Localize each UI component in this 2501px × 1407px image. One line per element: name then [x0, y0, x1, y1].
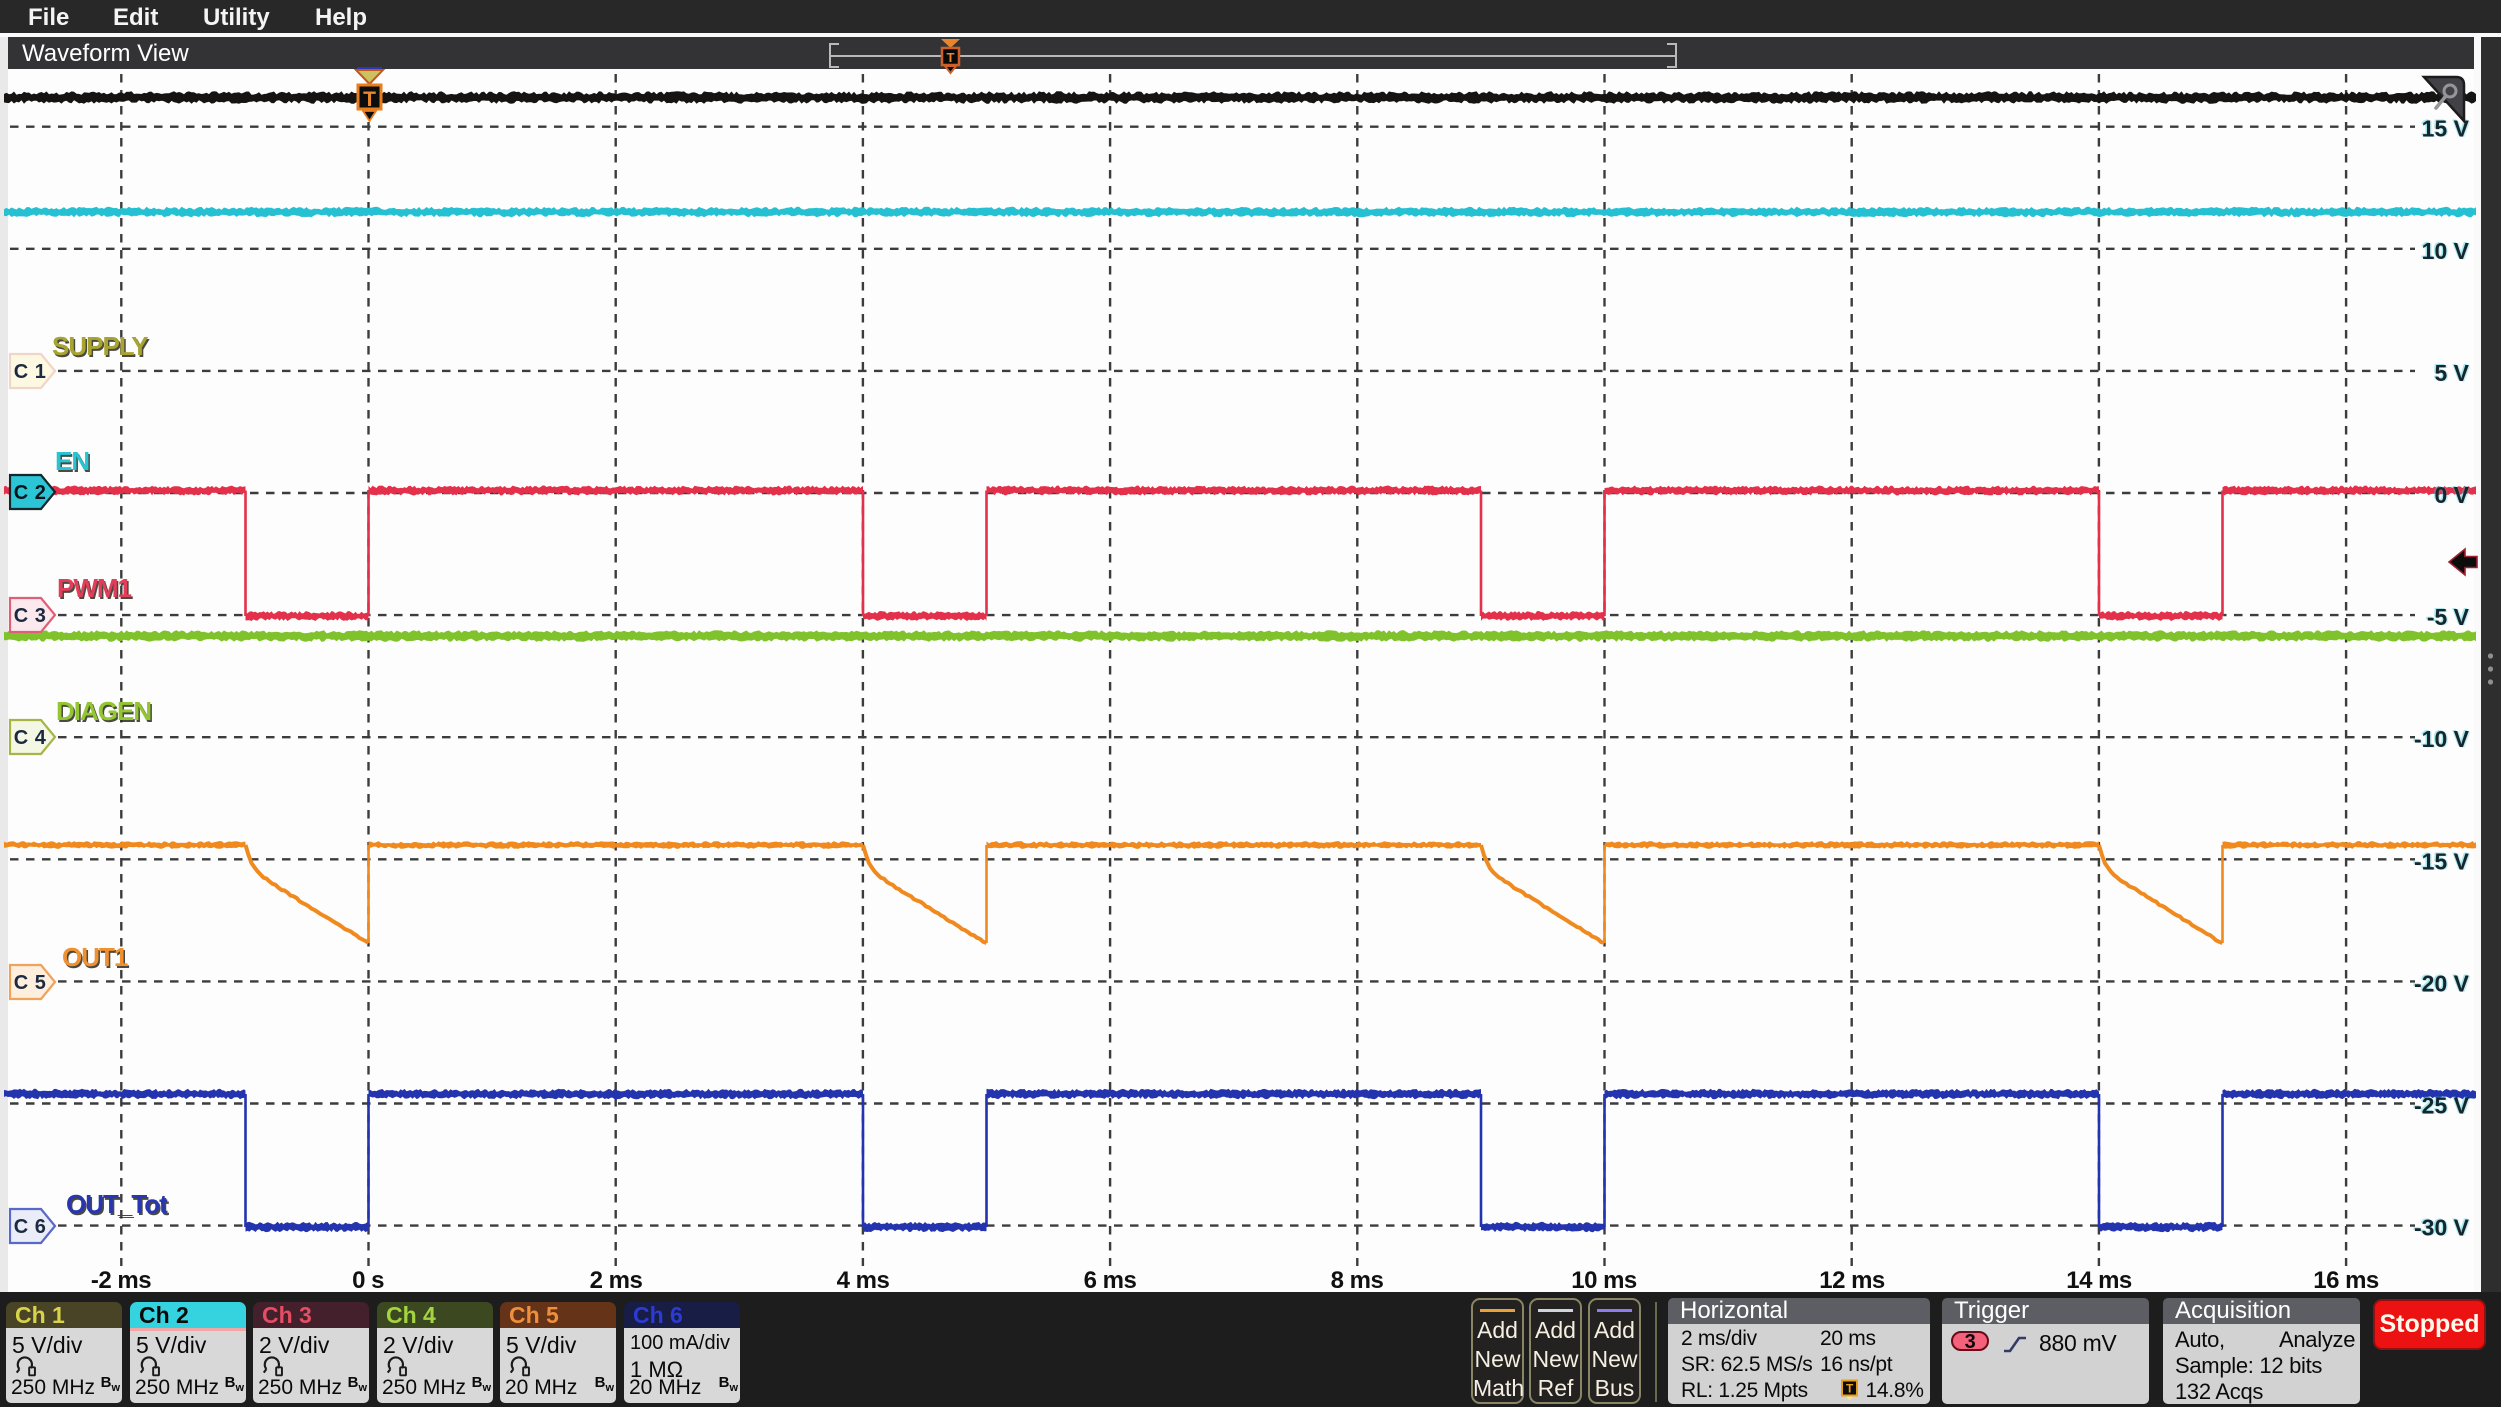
svg-text:-20 V: -20 V: [2414, 970, 2470, 996]
svg-text:OUT_Tot: OUT_Tot: [66, 1189, 168, 1219]
svg-text:-25 V: -25 V: [2414, 1093, 2470, 1119]
svg-text:16 ms: 16 ms: [2313, 1267, 2379, 1294]
svg-text:10 ms: 10 ms: [1571, 1267, 1637, 1294]
svg-text:8 ms: 8 ms: [1331, 1267, 1384, 1294]
svg-text:12 ms: 12 ms: [1819, 1267, 1885, 1294]
svg-text:C 3: C 3: [14, 605, 47, 627]
svg-text:4 ms: 4 ms: [837, 1267, 890, 1294]
svg-text:OUT1: OUT1: [62, 942, 128, 972]
svg-text:PWM1: PWM1: [57, 573, 132, 603]
svg-text:14 ms: 14 ms: [2066, 1267, 2132, 1294]
svg-text:0 s: 0 s: [352, 1267, 384, 1294]
svg-text:0 V: 0 V: [2434, 482, 2469, 508]
svg-text:-30 V: -30 V: [2414, 1215, 2470, 1241]
svg-text:SUPPLY: SUPPLY: [52, 331, 148, 361]
svg-text:2 ms: 2 ms: [590, 1267, 643, 1294]
svg-text:-2 ms: -2 ms: [91, 1267, 151, 1294]
svg-text:-10 V: -10 V: [2414, 726, 2470, 752]
svg-text:T: T: [947, 50, 955, 65]
svg-text:C 2: C 2: [14, 482, 47, 504]
svg-text:T: T: [363, 88, 376, 111]
svg-text:-5 V: -5 V: [2427, 604, 2470, 630]
svg-text:5 V: 5 V: [2434, 360, 2469, 386]
svg-text:EN: EN: [55, 446, 89, 476]
svg-text:C 1: C 1: [14, 361, 47, 383]
svg-text:10 V: 10 V: [2422, 238, 2470, 264]
svg-text:-15 V: -15 V: [2414, 848, 2470, 874]
svg-text:C 6: C 6: [14, 1216, 47, 1238]
svg-text:DIAGEN: DIAGEN: [56, 696, 151, 726]
svg-text:C 5: C 5: [14, 972, 47, 994]
svg-text:6 ms: 6 ms: [1084, 1267, 1137, 1294]
svg-text:C 4: C 4: [14, 727, 47, 749]
